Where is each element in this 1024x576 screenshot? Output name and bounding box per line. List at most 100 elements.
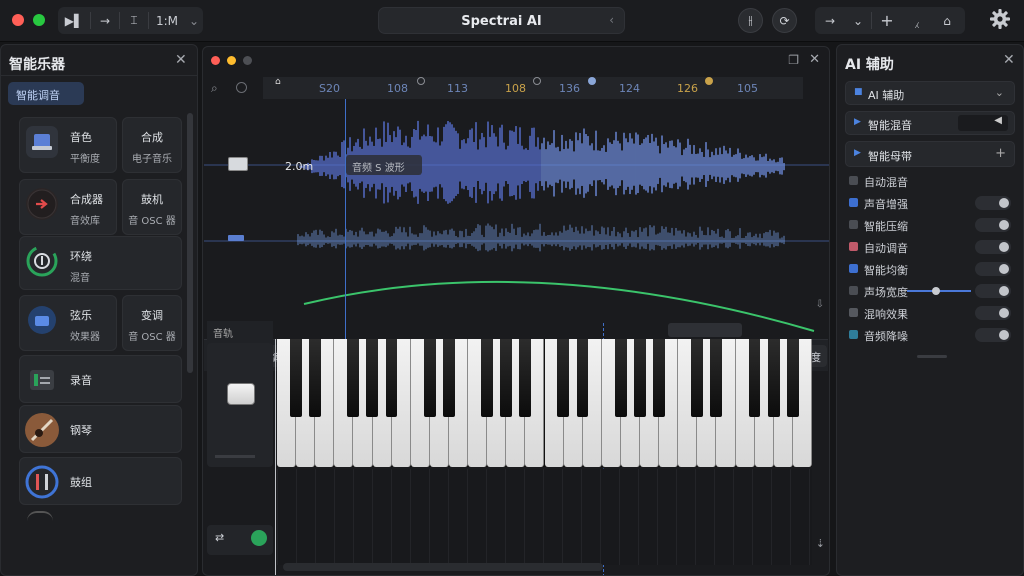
black-key[interactable]: [786, 339, 799, 417]
ai-param-row[interactable]: 智能压缩: [849, 217, 1011, 235]
instrument-tile-piano[interactable]: 钢琴: [19, 405, 182, 453]
smart-mix-row[interactable]: ▶ 智能混音 ◀: [845, 111, 1015, 135]
playhead-line[interactable]: [275, 339, 276, 575]
instrument-tile-synthesizer[interactable]: 合成器 音效库: [19, 179, 117, 235]
zoom-icon[interactable]: ⇣: [816, 537, 825, 550]
collapse-icon[interactable]: ◀: [958, 115, 1008, 131]
chevron-down-icon[interactable]: ⌄: [185, 7, 203, 34]
black-key[interactable]: [423, 339, 436, 417]
record-arm-icon[interactable]: [236, 82, 247, 93]
horizontal-scrollbar[interactable]: [668, 323, 742, 337]
param-toggle[interactable]: [975, 284, 1011, 298]
black-key[interactable]: [347, 339, 360, 417]
black-key[interactable]: [576, 339, 589, 417]
param-toggle[interactable]: [975, 240, 1011, 254]
search-icon[interactable]: ⌕: [211, 81, 218, 96]
black-key[interactable]: [289, 339, 302, 417]
note-grid[interactable]: [277, 469, 812, 565]
smart-master-row[interactable]: ▶ 智能母带 +: [845, 141, 1015, 167]
black-key[interactable]: [519, 339, 532, 417]
marker-icon[interactable]: [705, 77, 713, 85]
close-icon[interactable]: ✕: [175, 52, 187, 68]
chevron-down-icon[interactable]: ⌄: [845, 7, 871, 34]
ai-param-row[interactable]: 智能均衡: [849, 261, 1011, 279]
close-icon[interactable]: ✕: [1003, 52, 1015, 68]
volume-bar[interactable]: [215, 455, 255, 458]
metronome-icon[interactable]: ⌶: [120, 7, 148, 34]
black-key[interactable]: [633, 339, 646, 417]
skip-icon[interactable]: →: [91, 7, 119, 34]
black-key[interactable]: [557, 339, 570, 417]
ai-assist-dropdown[interactable]: ■ AI 辅助 ⌄: [845, 81, 1015, 105]
piano-keyboard[interactable]: [277, 339, 812, 467]
zoom-window-button[interactable]: [243, 56, 252, 65]
resize-handle[interactable]: [917, 355, 947, 358]
black-key[interactable]: [691, 339, 704, 417]
instrument-tile-drum-machine[interactable]: 鼓机 音 OSC 器: [122, 179, 182, 235]
ai-param-row[interactable]: 声场宽度: [849, 283, 1011, 301]
track-clip-icon[interactable]: [228, 157, 248, 171]
ai-param-row[interactable]: 自动调音: [849, 239, 1011, 257]
arrow-down-icon[interactable]: ⇩: [816, 299, 824, 310]
tab-smart-tuning[interactable]: 智能调音: [8, 82, 84, 105]
track-header[interactable]: [207, 343, 273, 467]
routing-icon[interactable]: ⇄: [215, 531, 224, 544]
black-key[interactable]: [767, 339, 780, 417]
marker-icon[interactable]: [533, 77, 541, 85]
clip-label-box[interactable]: 音频 S 波形: [346, 155, 422, 175]
param-toggle[interactable]: [975, 196, 1011, 210]
param-toggle[interactable]: [975, 262, 1011, 276]
black-key[interactable]: [481, 339, 493, 417]
project-title-box[interactable]: Spectrai AI ‹: [378, 7, 625, 34]
instrument-tile-pitch[interactable]: 变调 音 OSC 器: [122, 295, 182, 351]
black-key[interactable]: [710, 339, 723, 417]
param-slider[interactable]: [907, 287, 971, 295]
instrument-tile-surround[interactable]: 环绕 混音: [19, 236, 182, 290]
param-toggle[interactable]: [975, 218, 1011, 232]
param-toggle[interactable]: [975, 306, 1011, 320]
sliders-icon[interactable]: ⫲: [738, 8, 763, 33]
bottom-scrollbar[interactable]: [283, 563, 603, 571]
instrument-tile-record[interactable]: 录音: [19, 355, 182, 403]
time-signature-button[interactable]: 1:M: [149, 7, 185, 34]
black-key[interactable]: [309, 339, 321, 417]
black-key[interactable]: [614, 339, 627, 417]
slider-thumb[interactable]: [931, 287, 940, 295]
instrument-tile-strings[interactable]: 弦乐 效果器: [19, 295, 117, 351]
instrument-tile-synth[interactable]: 合成 电子音乐: [122, 117, 182, 173]
route-icon[interactable]: →: [815, 7, 845, 34]
marker-icon[interactable]: [417, 77, 425, 85]
edit-icon[interactable]: ⁁: [902, 7, 932, 34]
playhead-marker-icon[interactable]: ⌂: [275, 77, 283, 87]
scrollbar[interactable]: [187, 113, 193, 373]
track-clip-icon[interactable]: [228, 235, 244, 241]
close-window-button[interactable]: [211, 56, 220, 65]
black-key[interactable]: [385, 339, 398, 417]
marker-icon[interactable]: [588, 77, 596, 85]
maximize-icon[interactable]: ❐: [788, 53, 799, 67]
ai-param-row[interactable]: 音频降噪: [849, 327, 1011, 345]
black-key[interactable]: [500, 339, 512, 417]
minimize-window-button[interactable]: [227, 56, 236, 65]
black-key[interactable]: [442, 339, 455, 417]
power-icon[interactable]: [251, 530, 267, 546]
instrument-tile-tone[interactable]: 音色 平衡度: [19, 117, 117, 173]
loop-icon[interactable]: ⟳: [772, 8, 797, 33]
close-window-button[interactable]: [12, 14, 24, 26]
black-key[interactable]: [366, 339, 379, 417]
ai-param-row[interactable]: 混响效果: [849, 305, 1011, 323]
ai-param-row[interactable]: 自动混音: [849, 173, 1011, 191]
chevron-left-icon[interactable]: ‹: [609, 13, 614, 27]
black-key[interactable]: [653, 339, 665, 417]
play-pause-icon[interactable]: ▶▌: [58, 7, 90, 34]
zoom-window-button[interactable]: [33, 14, 45, 26]
add-icon[interactable]: +: [872, 7, 902, 34]
waveform-track-area[interactable]: 2.0m 音频 S 波形 ⇩: [204, 99, 829, 339]
add-icon[interactable]: +: [995, 146, 1006, 161]
gear-icon[interactable]: [989, 8, 1011, 30]
black-key[interactable]: [748, 339, 761, 417]
ai-param-row[interactable]: 声音增强: [849, 195, 1011, 213]
param-toggle[interactable]: [975, 328, 1011, 342]
instrument-tile-drums[interactable]: 鼓组: [19, 457, 182, 505]
close-icon[interactable]: ✕: [809, 52, 820, 67]
